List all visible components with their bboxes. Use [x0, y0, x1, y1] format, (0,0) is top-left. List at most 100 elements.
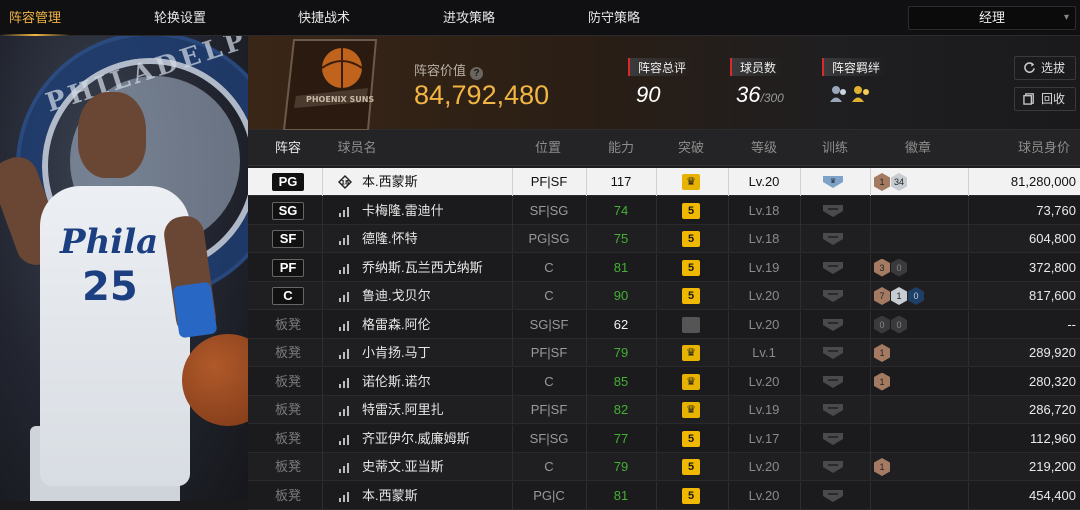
- overall-rating-value: 90: [636, 82, 660, 108]
- column-divider: [586, 310, 587, 339]
- column-divider: [512, 481, 513, 510]
- badge-hex-icon: 0: [874, 315, 890, 334]
- column-divider: [870, 396, 871, 424]
- column-divider: [800, 396, 801, 424]
- col-slot[interactable]: 阵容: [248, 130, 328, 166]
- col-rating[interactable]: 能力: [591, 130, 651, 166]
- player-position: PF|SF: [530, 174, 568, 189]
- help-icon[interactable]: ?: [470, 67, 484, 80]
- badge-list[interactable]: 1: [874, 344, 891, 362]
- badge-hex-icon: 1: [891, 287, 907, 305]
- player-name[interactable]: 本.西蒙斯: [362, 482, 418, 510]
- column-divider: [512, 396, 513, 424]
- training-icon[interactable]: [822, 261, 844, 275]
- position-badge: SG: [272, 201, 304, 220]
- column-divider: [656, 196, 657, 225]
- table-row[interactable]: 板凳 齐亚伊尔.威廉姆斯 SF|SG 77 5 Lv.17 112,960: [248, 424, 1080, 453]
- badge-hex-icon: 1: [874, 173, 890, 191]
- bond-icons[interactable]: [828, 84, 874, 104]
- table-row[interactable]: PF 乔纳斯.瓦兰西尤纳斯 C 81 5 Lv.19 3 0 372,800: [248, 253, 1080, 282]
- jersey-wordmark: Phila: [60, 222, 159, 262]
- badge-hex-icon: 1: [874, 372, 890, 391]
- column-divider: [512, 310, 513, 339]
- column-divider: [586, 253, 587, 282]
- training-icon[interactable]: [822, 204, 844, 218]
- training-icon[interactable]: ♛: [822, 175, 844, 189]
- tab-quick-tactics[interactable]: 快捷战术: [284, 0, 364, 36]
- column-divider: [800, 424, 801, 453]
- tab-lineup[interactable]: 阵容管理: [0, 0, 70, 36]
- role-select[interactable]: 经理 ▾: [908, 6, 1076, 30]
- training-icon[interactable]: [822, 432, 844, 446]
- signal-bars-icon: [339, 263, 349, 274]
- column-divider: [656, 339, 657, 367]
- col-position[interactable]: 位置: [518, 130, 578, 166]
- player-name[interactable]: 齐亚伊尔.威廉姆斯: [362, 425, 470, 453]
- table-row[interactable]: C 鲁迪.戈贝尔 C 90 5 Lv.20 7 1 0 817,600: [248, 282, 1080, 310]
- training-icon[interactable]: [822, 403, 844, 417]
- table-row[interactable]: SG 卡梅隆.雷迪什 SF|SG 74 5 Lv.18 73,760: [248, 196, 1080, 225]
- training-icon[interactable]: [822, 346, 844, 360]
- column-divider: [870, 481, 871, 510]
- bond-gold-icon: [852, 86, 869, 102]
- training-icon[interactable]: [822, 318, 844, 332]
- select-button[interactable]: 选拔: [1014, 56, 1076, 80]
- badge-list[interactable]: 30: [874, 258, 908, 277]
- svg-text:18: 18: [341, 180, 349, 187]
- table-row[interactable]: PG 18 本.西蒙斯 PF|SF 117 ♛ Lv.20 ♛ 1 34 81,280,000: [248, 168, 1080, 196]
- tab-defense[interactable]: 防守策略: [574, 0, 654, 36]
- column-divider: [800, 225, 801, 253]
- recall-button[interactable]: 回收: [1014, 87, 1076, 111]
- training-icon[interactable]: [822, 232, 844, 246]
- col-level[interactable]: 等级: [734, 130, 794, 166]
- badge-list[interactable]: 00: [874, 315, 908, 334]
- player-name[interactable]: 本.西蒙斯: [362, 168, 418, 196]
- badge-list[interactable]: 1: [874, 458, 891, 476]
- tab-offense[interactable]: 进攻策略: [429, 0, 509, 36]
- player-name[interactable]: 格雷森.阿伦: [362, 311, 431, 339]
- col-breakthrough[interactable]: 突破: [661, 130, 721, 166]
- training-icon[interactable]: [822, 489, 844, 503]
- table-row[interactable]: 板凳 格雷森.阿伦 SG|SF 62 Lv.20 0 0 --: [248, 310, 1080, 339]
- player-name[interactable]: 小肯扬.马丁: [362, 339, 431, 367]
- column-divider: [870, 225, 871, 253]
- badge-list[interactable]: 710: [874, 287, 925, 305]
- player-name[interactable]: 史蒂文.亚当斯: [362, 453, 444, 481]
- player-value: 81,280,000: [1010, 174, 1076, 189]
- badge-list[interactable]: 1: [874, 372, 891, 391]
- chevron-down-icon: ▾: [1063, 12, 1069, 23]
- player-name[interactable]: 乔纳斯.瓦兰西尤纳斯: [362, 254, 483, 282]
- player-name[interactable]: 卡梅隆.雷迪什: [362, 197, 444, 225]
- training-icon[interactable]: [822, 460, 844, 474]
- column-divider: [728, 453, 729, 481]
- breakthrough-level-icon: 5: [682, 288, 700, 304]
- table-row[interactable]: 板凳 诺伦斯.诺尔 C 85 ♛ Lv.20 1 280,320: [248, 367, 1080, 396]
- table-row[interactable]: 板凳 本.西蒙斯 PG|C 81 5 Lv.20 454,400: [248, 481, 1080, 510]
- table-row[interactable]: 板凳 小肯扬.马丁 PF|SF 79 ♛ Lv.1 1 289,920: [248, 339, 1080, 367]
- table-row[interactable]: 板凳 史蒂文.亚当斯 C 79 5 Lv.20 1 219,200: [248, 453, 1080, 481]
- col-name[interactable]: 球员名: [332, 130, 382, 166]
- table-row[interactable]: SF 德隆.怀特 PG|SG 75 5 Lv.18 604,800: [248, 225, 1080, 253]
- player-rating: 85: [613, 373, 629, 389]
- col-training[interactable]: 训练: [805, 130, 865, 166]
- training-icon[interactable]: [822, 289, 844, 303]
- player-level: Lv.17: [748, 430, 780, 446]
- column-divider: [656, 225, 657, 253]
- player-name[interactable]: 德隆.怀特: [362, 225, 418, 253]
- table-row[interactable]: 板凳 特雷沃.阿里扎 PF|SF 82 ♛ Lv.19 286,720: [248, 396, 1080, 424]
- badge-list[interactable]: 1 34: [874, 173, 908, 191]
- col-player-value[interactable]: 球员身价: [1008, 130, 1080, 166]
- column-divider: [512, 253, 513, 282]
- column-divider: [512, 196, 513, 225]
- training-icon[interactable]: [822, 375, 844, 389]
- jersey-number: 25: [82, 264, 138, 310]
- player-name[interactable]: 诺伦斯.诺尔: [362, 368, 431, 396]
- player-name[interactable]: 特雷沃.阿里扎: [362, 396, 444, 424]
- tab-rotation[interactable]: 轮换设置: [140, 0, 220, 36]
- lineup-header: PHOENIX SUNS 阵容价值? 84,792,480 阵容总评 90 球员…: [248, 36, 1080, 130]
- player-name[interactable]: 鲁迪.戈贝尔: [362, 282, 431, 310]
- column-divider: [800, 253, 801, 282]
- column-divider: [586, 453, 587, 481]
- player-value: 286,720: [1029, 402, 1076, 417]
- col-badges[interactable]: 徽章: [888, 130, 948, 166]
